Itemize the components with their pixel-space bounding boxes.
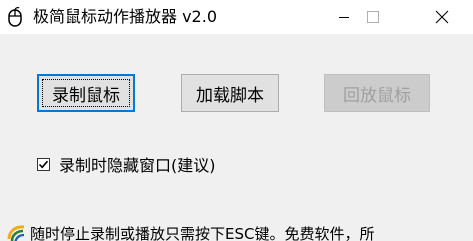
load-script-button[interactable]: 加载脚本 [181,74,279,112]
minimize-icon [338,11,350,23]
hide-window-label: 录制时隐藏窗口(建议) [59,156,216,175]
focus-rect [42,79,130,107]
record-mouse-button[interactable]: 录制鼠标 [37,74,135,112]
info-logo-icon [6,223,28,241]
status-line: 随时停止录制或播放只需按下ESC键。免费软件，所 [0,219,473,241]
status-text: 随时停止录制或播放只需按下ESC键。免费软件，所 [30,225,375,241]
maximize-button[interactable] [350,0,396,34]
title-bar: 极简鼠标动作播放器 v2.0 [0,0,473,34]
hide-window-option[interactable]: 录制时隐藏窗口(建议) [37,154,216,175]
load-script-label: 加载脚本 [196,85,264,106]
client-area: 录制鼠标 加载脚本 回放鼠标 录制时隐藏窗口(建议) 随时停止录制或播放只需按下… [0,34,473,241]
close-button[interactable] [419,0,465,34]
close-icon [435,10,449,24]
checkmark-icon [38,160,49,168]
hide-window-checkbox[interactable] [37,157,50,171]
maximize-icon [367,11,379,23]
playback-mouse-button[interactable]: 回放鼠标 [324,74,430,112]
playback-mouse-label: 回放鼠标 [343,85,411,106]
window-title: 极简鼠标动作播放器 v2.0 [33,7,218,26]
mouse-icon [7,7,25,27]
